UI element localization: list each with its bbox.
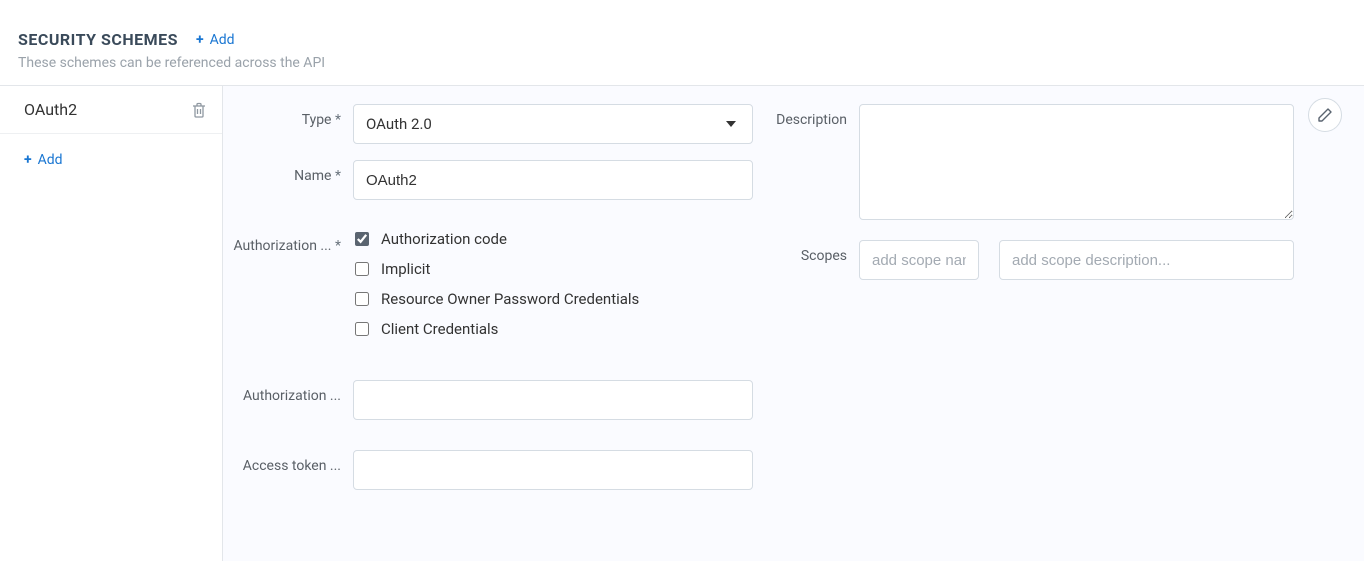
auth-url-row: Authorization ... xyxy=(233,380,753,420)
header-top: SECURITY SCHEMES + Add xyxy=(18,30,1364,49)
access-token-label: Access token ... xyxy=(233,450,353,474)
access-token-row: Access token ... xyxy=(233,450,753,490)
auth-grants-row: Authorization ... Authorization code Impl… xyxy=(233,230,753,350)
name-input[interactable] xyxy=(353,160,753,200)
auth-url-label: Authorization ... xyxy=(233,380,353,404)
page-subtitle: These schemes can be referenced across t… xyxy=(18,49,1364,71)
grant-checkbox[interactable] xyxy=(355,232,369,246)
auth-grants-label: Authorization ... xyxy=(233,230,353,254)
grant-label: Implicit xyxy=(381,260,430,278)
sidebar-item-label: OAuth2 xyxy=(24,100,77,119)
scope-description-input[interactable] xyxy=(999,240,1294,280)
form-col-right: Description Scopes xyxy=(769,104,1294,296)
scopes-row: Scopes xyxy=(769,240,1294,280)
grant-option[interactable]: Authorization code xyxy=(355,230,753,248)
grant-option[interactable]: Client Credentials xyxy=(355,320,753,338)
type-select[interactable]: OAuth 2.0 xyxy=(353,104,753,144)
description-row: Description xyxy=(769,104,1294,224)
pencil-icon xyxy=(1317,107,1333,123)
page-header: SECURITY SCHEMES + Add These schemes can… xyxy=(0,0,1364,86)
sidebar: OAuth2 + Add xyxy=(0,86,223,561)
grant-checkbox[interactable] xyxy=(355,322,369,336)
grant-label: Authorization code xyxy=(381,230,507,248)
plus-icon: + xyxy=(196,33,204,47)
grant-checkbox[interactable] xyxy=(355,262,369,276)
sidebar-add-label: Add xyxy=(38,152,63,168)
scopes-label: Scopes xyxy=(769,240,859,264)
grant-label: Client Credentials xyxy=(381,320,498,338)
security-schemes-page: SECURITY SCHEMES + Add These schemes can… xyxy=(0,0,1364,561)
auth-grants-list: Authorization code Implicit Resource Owner… xyxy=(353,230,753,350)
plus-icon: + xyxy=(24,153,32,167)
add-scheme-label: Add xyxy=(210,32,235,48)
grant-checkbox[interactable] xyxy=(355,292,369,306)
name-row: Name xyxy=(233,160,753,200)
description-label: Description xyxy=(769,104,859,128)
form-area: Type OAuth 2.0 Name Authorizat xyxy=(223,86,1364,561)
page-body: OAuth2 + Add xyxy=(0,86,1364,561)
grant-option[interactable]: Resource Owner Password Credentials xyxy=(355,290,753,308)
page-title: SECURITY SCHEMES xyxy=(18,30,178,49)
grant-option[interactable]: Implicit xyxy=(355,260,753,278)
type-value: OAuth 2.0 xyxy=(366,114,432,135)
form-col-left: Type OAuth 2.0 Name Authorizat xyxy=(233,104,753,506)
sidebar-add: + Add xyxy=(0,134,222,186)
name-label: Name xyxy=(233,160,353,184)
authorization-url-input[interactable] xyxy=(353,380,753,420)
sidebar-add-link[interactable]: + Add xyxy=(24,152,63,168)
description-textarea[interactable] xyxy=(859,104,1294,220)
access-token-url-input[interactable] xyxy=(353,450,753,490)
trash-icon[interactable] xyxy=(192,102,206,118)
type-label: Type xyxy=(233,104,353,128)
chevron-down-icon xyxy=(726,121,736,127)
scope-name-input[interactable] xyxy=(859,240,979,280)
edit-button[interactable] xyxy=(1308,98,1342,132)
sidebar-item-oauth2[interactable]: OAuth2 xyxy=(0,86,222,134)
add-scheme-link[interactable]: + Add xyxy=(196,32,235,48)
grant-label: Resource Owner Password Credentials xyxy=(381,290,639,308)
type-row: Type OAuth 2.0 xyxy=(233,104,753,144)
